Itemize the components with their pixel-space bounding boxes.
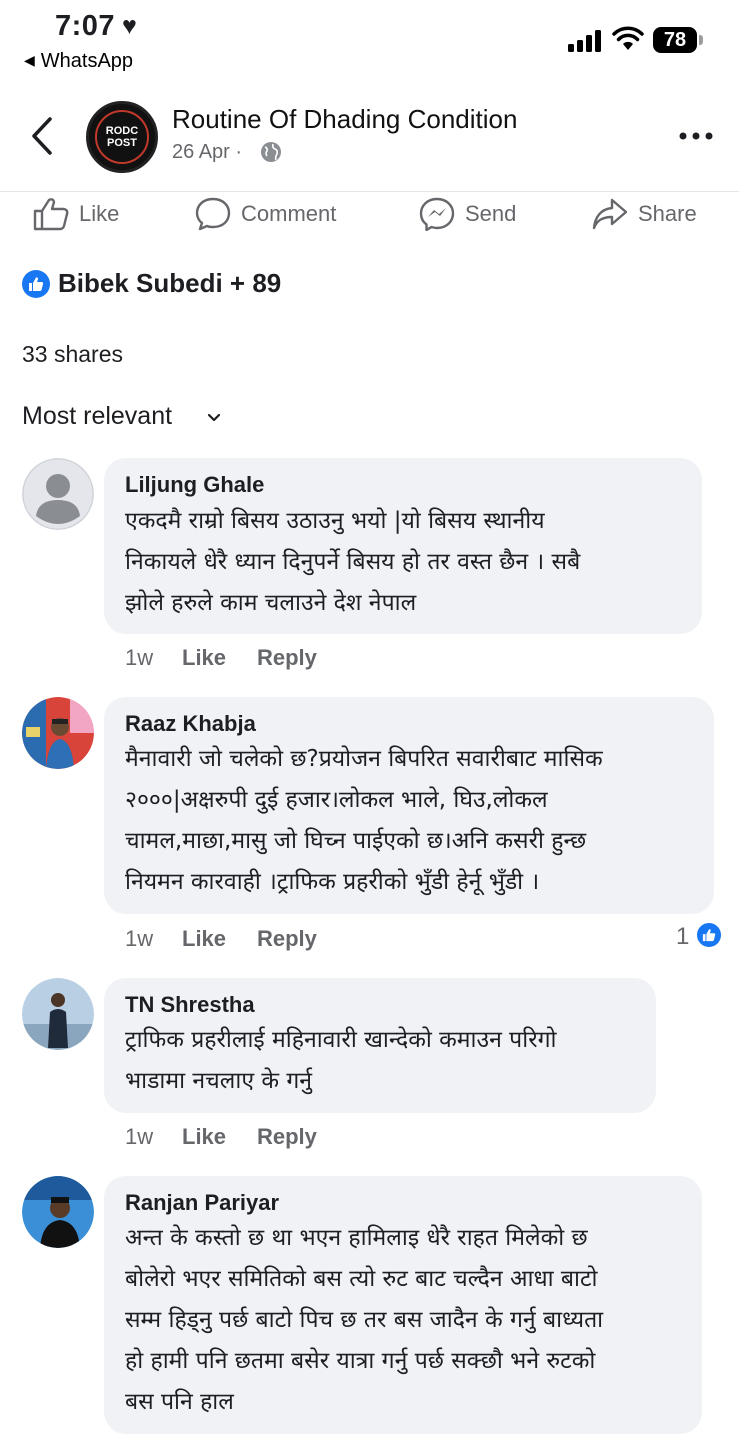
comment-line: बस पनि हाल [125,1389,234,1415]
like-badge-icon[interactable] [695,921,723,949]
avatar[interactable] [22,1176,94,1248]
post-date: 26 Apr · [172,141,242,164]
header-divider [0,191,739,192]
status-time: 7:07 [55,10,116,42]
comment-time: 1w [125,645,154,670]
user-photo-icon [22,697,94,769]
comment-line: भाडामा नचलाए के गर्नु [125,1068,313,1094]
cellular-signal-icon [568,30,601,52]
comment-like-label: Like [182,926,227,951]
back-app-label: WhatsApp [40,50,134,72]
comment-like-button[interactable]: Like [182,1124,226,1150]
default-avatar-icon [22,458,94,530]
comment-line: झाेले हरुले काम चलाउने देश नेपाल [125,590,417,616]
send-button-label: Send [465,201,517,226]
comment-reply-label: Reply [257,1124,317,1149]
back-chevron-icon[interactable] [30,117,54,155]
comment-like-count[interactable]: 1 [676,923,689,951]
comment-button-label: Comment [241,201,337,226]
avatar[interactable] [22,978,94,1050]
commenter-name[interactable]: Ranjan Pariyar [125,1190,279,1216]
like-reaction-icon [22,270,50,298]
comment-line: हो हामी पनि छतमा बसेर यात्रा गर्नु पर्छ … [125,1348,596,1374]
comment-time: 1w [125,926,154,951]
commenter-name[interactable]: Raaz Khabja [125,711,256,737]
comment-line: निकायले धेरै ध्यान दिनुपर्ने बिसय हाे तर… [125,549,581,575]
comment-like-button[interactable]: Like [182,926,226,952]
messenger-icon [419,197,455,231]
battery-nub [699,35,703,45]
sort-dropdown[interactable]: Most relevant [22,402,172,431]
comment-icon [195,197,231,231]
chevron-down-icon[interactable] [207,413,221,423]
comment-reply-label: Reply [257,645,317,670]
page-avatar[interactable]: RODC POST [86,101,158,173]
wifi-icon [612,26,644,50]
back-to-app-link[interactable]: ◀ WhatsApp [24,50,133,73]
comment-text: मैनावारी जो चलेको छ?प्रयोजन बिपरित सवारी… [125,739,603,903]
back-triangle-icon: ◀ [24,52,35,68]
avatar[interactable] [22,697,94,769]
comment-line: चामल,माछा,मासु जो घिच्न पाईएको छ।अनि कसर… [125,828,587,854]
thumb-glyph-icon [702,929,716,942]
share-button-label: Share [638,201,697,226]
comment-reply-button[interactable]: Reply [257,645,317,671]
comment-line: अन्त के कस्तो छ था भएन हामिलाइ धेरै राहत… [125,1225,588,1251]
comment-line: ट्राफिक प्रहरीलाई महिनावारी खान्देको कमा… [125,1027,557,1053]
comment-line: एकदमै राम्रो बिसय उठाउनु भयाे |याे बिसय … [125,508,545,534]
comment-reply-button[interactable]: Reply [257,926,317,952]
shares-count[interactable]: 33 shares [22,341,123,368]
comment-meta: 1w [125,645,153,671]
comment-reply-button[interactable]: Reply [257,1124,317,1150]
share-arrow-icon [592,198,628,230]
logo-line-2: POST [107,137,137,149]
post-date-text: 26 Apr [172,141,230,163]
comment-bubble: TN Shrestha ट्राफिक प्रहरीलाई महिनावारी … [104,978,656,1113]
page-name[interactable]: Routine Of Dhading Condition [172,104,517,135]
date-separator: · [235,141,243,163]
globe-icon [261,142,281,162]
comment-line: बोलेरो भएर समितिको बस त्यो रुट बाट चल्दै… [125,1266,598,1292]
share-button[interactable]: Share [592,195,697,233]
user-photo-icon [22,1176,94,1248]
send-button[interactable]: Send [419,195,516,233]
thumb-glyph-icon [29,277,44,291]
battery-level: 78 [653,27,697,53]
comment-text: एकदमै राम्रो बिसय उठाउनु भयाे |याे बिसय … [125,501,580,624]
comment-button[interactable]: Comment [195,195,336,233]
like-button[interactable]: Like [33,195,119,233]
comment-line: मैनावारी जो चलेको छ?प्रयोजन बिपरित सवारी… [125,746,603,772]
avatar[interactable] [22,458,94,530]
more-options-icon[interactable] [678,124,714,148]
comment-like-label: Like [182,1124,227,1149]
comment-like-button[interactable]: Like [182,645,226,671]
comment-bubble: Liljung Ghale एकदमै राम्रो बिसय उठाउनु भ… [104,458,702,634]
comment-line: सम्म हिड्नु पर्छ बाटो पिच छ तर बस जादैन … [125,1307,604,1333]
comment-text: ट्राफिक प्रहरीलाई महिनावारी खान्देको कमा… [125,1020,557,1102]
logo-line-1: RODC [105,125,139,137]
comment-like-label: Like [182,645,227,670]
commenter-name[interactable]: TN Shrestha [125,992,255,1018]
like-button-label: Like [79,201,120,226]
thumbs-up-icon [33,198,69,231]
comment-meta: 1w [125,1124,153,1150]
battery-indicator: 78 [653,27,703,53]
heart-icon: ♥ [122,12,137,40]
comment-bubble: Ranjan Pariyar अन्त के कस्तो छ था भएन हा… [104,1176,702,1434]
comment-bubble: Raaz Khabja मैनावारी जो चलेको छ?प्रयोजन … [104,697,714,914]
comment-line: २०००|अक्षरुपी दुई हजार।लोकल भाले, घिउ,लो… [125,787,548,813]
comment-line: नियमन कारवाही ।ट्राफिक प्रहरीको भुँडी हे… [125,869,540,895]
comment-text: अन्त के कस्तो छ था भएन हामिलाइ धेरै राहत… [125,1218,603,1423]
comment-meta: 1w [125,926,153,952]
comment-time: 1w [125,1124,154,1149]
user-photo-icon [22,978,94,1050]
commenter-name[interactable]: Liljung Ghale [125,472,264,498]
comment-reply-label: Reply [257,926,317,951]
reactions-summary[interactable]: Bibek Subedi + 89 [58,268,281,299]
